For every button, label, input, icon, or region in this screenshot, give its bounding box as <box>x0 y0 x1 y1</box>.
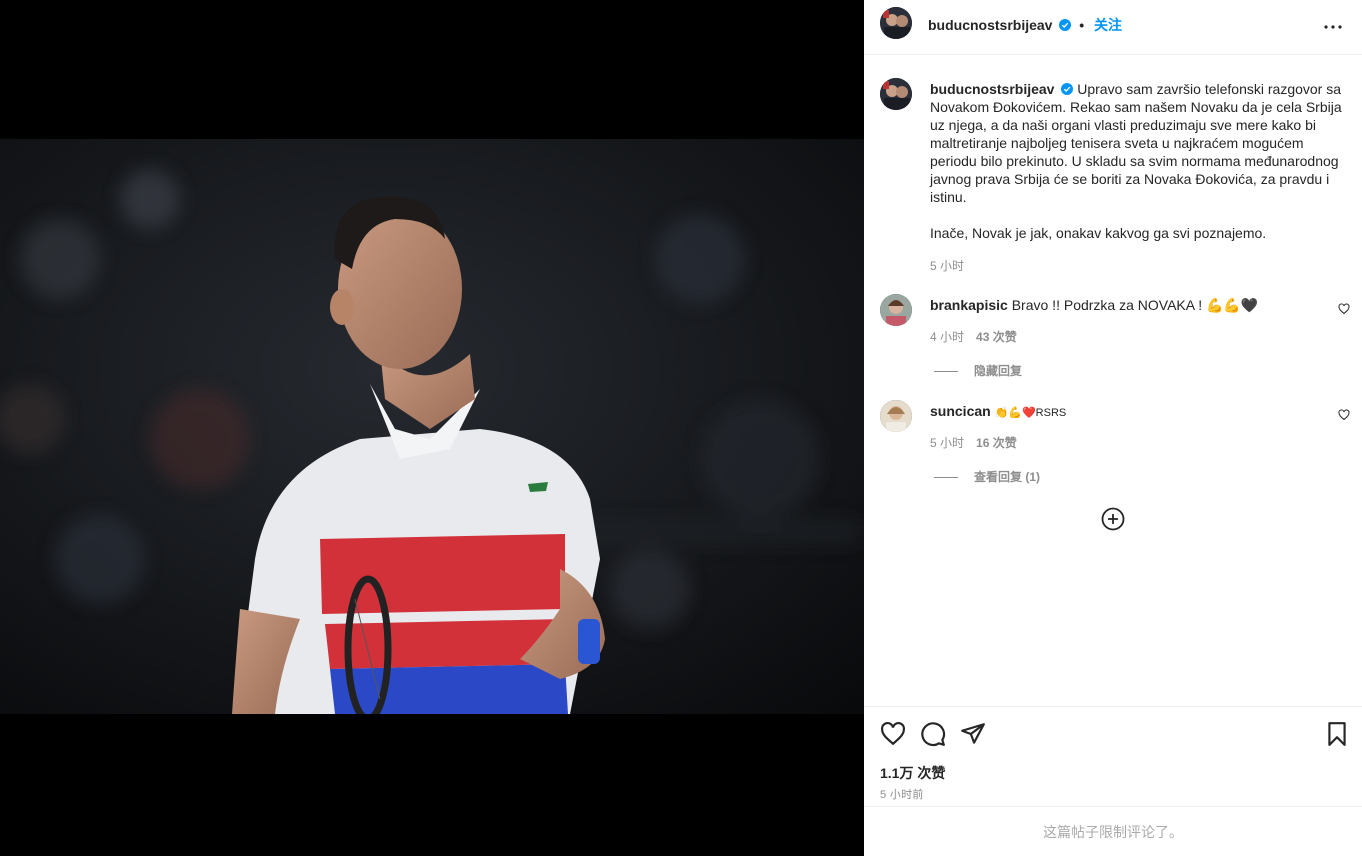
view-replies-button[interactable]: 查看回复 (1) <box>934 468 1040 485</box>
reply-toggle-label: 隐藏回复 <box>974 364 1023 378</box>
hide-replies-button[interactable]: 隐藏回复 <box>934 362 1022 379</box>
comments-restricted-notice: 这篇帖子限制评论了。 <box>864 806 1362 856</box>
commenter-avatar[interactable] <box>880 400 912 432</box>
commenter-avatar[interactable] <box>880 294 912 326</box>
post-header: buducnostsrbijeav • 关注 <box>864 0 1362 55</box>
heart-icon[interactable] <box>1338 303 1350 315</box>
follow-button[interactable]: 关注 <box>1094 17 1122 33</box>
comment-username[interactable]: suncican <box>930 403 991 419</box>
comment-username[interactable]: brankapisic <box>930 297 1008 313</box>
caption-text-2: Inače, Novak je jak, onakav kakvog ga sv… <box>930 225 1267 241</box>
likes-count[interactable]: 1.1万 次赞 <box>880 763 945 783</box>
caption-time[interactable]: 5 小时 <box>930 259 964 273</box>
author-avatar[interactable] <box>880 7 912 39</box>
caption-username[interactable]: buducnostsrbijeav <box>930 81 1054 97</box>
caption-avatar[interactable] <box>880 78 912 110</box>
post-media <box>0 0 864 856</box>
bookmark-icon[interactable] <box>1324 721 1350 747</box>
verified-icon <box>1061 83 1074 95</box>
tennis-player-image <box>0 139 864 714</box>
reply-line <box>934 477 958 479</box>
comment-time[interactable]: 5 小时 <box>930 436 964 450</box>
post-photo[interactable] <box>0 139 864 714</box>
more-icon[interactable] <box>1322 16 1344 38</box>
verified-icon <box>1059 19 1072 31</box>
comments-section[interactable]: buducnostsrbijeav Upravo sam završio tel… <box>864 56 1362 706</box>
caption-text: Upravo sam završio telefonski razgovor s… <box>930 81 1342 205</box>
comment-icon[interactable] <box>920 721 946 747</box>
post-side-panel: buducnostsrbijeav • 关注 buducnostsrbijeav… <box>864 0 1362 856</box>
comment-time[interactable]: 4 小时 <box>930 330 964 344</box>
share-icon[interactable] <box>960 721 986 747</box>
heart-icon[interactable] <box>1338 409 1350 421</box>
comment-text: 👏💪❤️RSRS <box>994 407 1067 419</box>
reply-line <box>934 371 958 373</box>
author-username[interactable]: buducnostsrbijeav <box>928 17 1052 33</box>
comment-text: Bravo !! Podrzka za NOVAKA ! 💪💪🖤 <box>1011 297 1259 313</box>
comment-likes[interactable]: 43 次赞 <box>976 330 1017 344</box>
action-bar: 1.1万 次赞 5 小时前 <box>864 706 1362 806</box>
reply-toggle-label: 查看回复 (1) <box>974 470 1041 484</box>
heart-icon[interactable] <box>880 721 906 747</box>
comment-likes[interactable]: 16 次赞 <box>976 436 1017 450</box>
separator-dot: • <box>1079 17 1085 33</box>
add-circle-icon[interactable] <box>1101 507 1125 531</box>
post-time[interactable]: 5 小时前 <box>880 786 924 802</box>
